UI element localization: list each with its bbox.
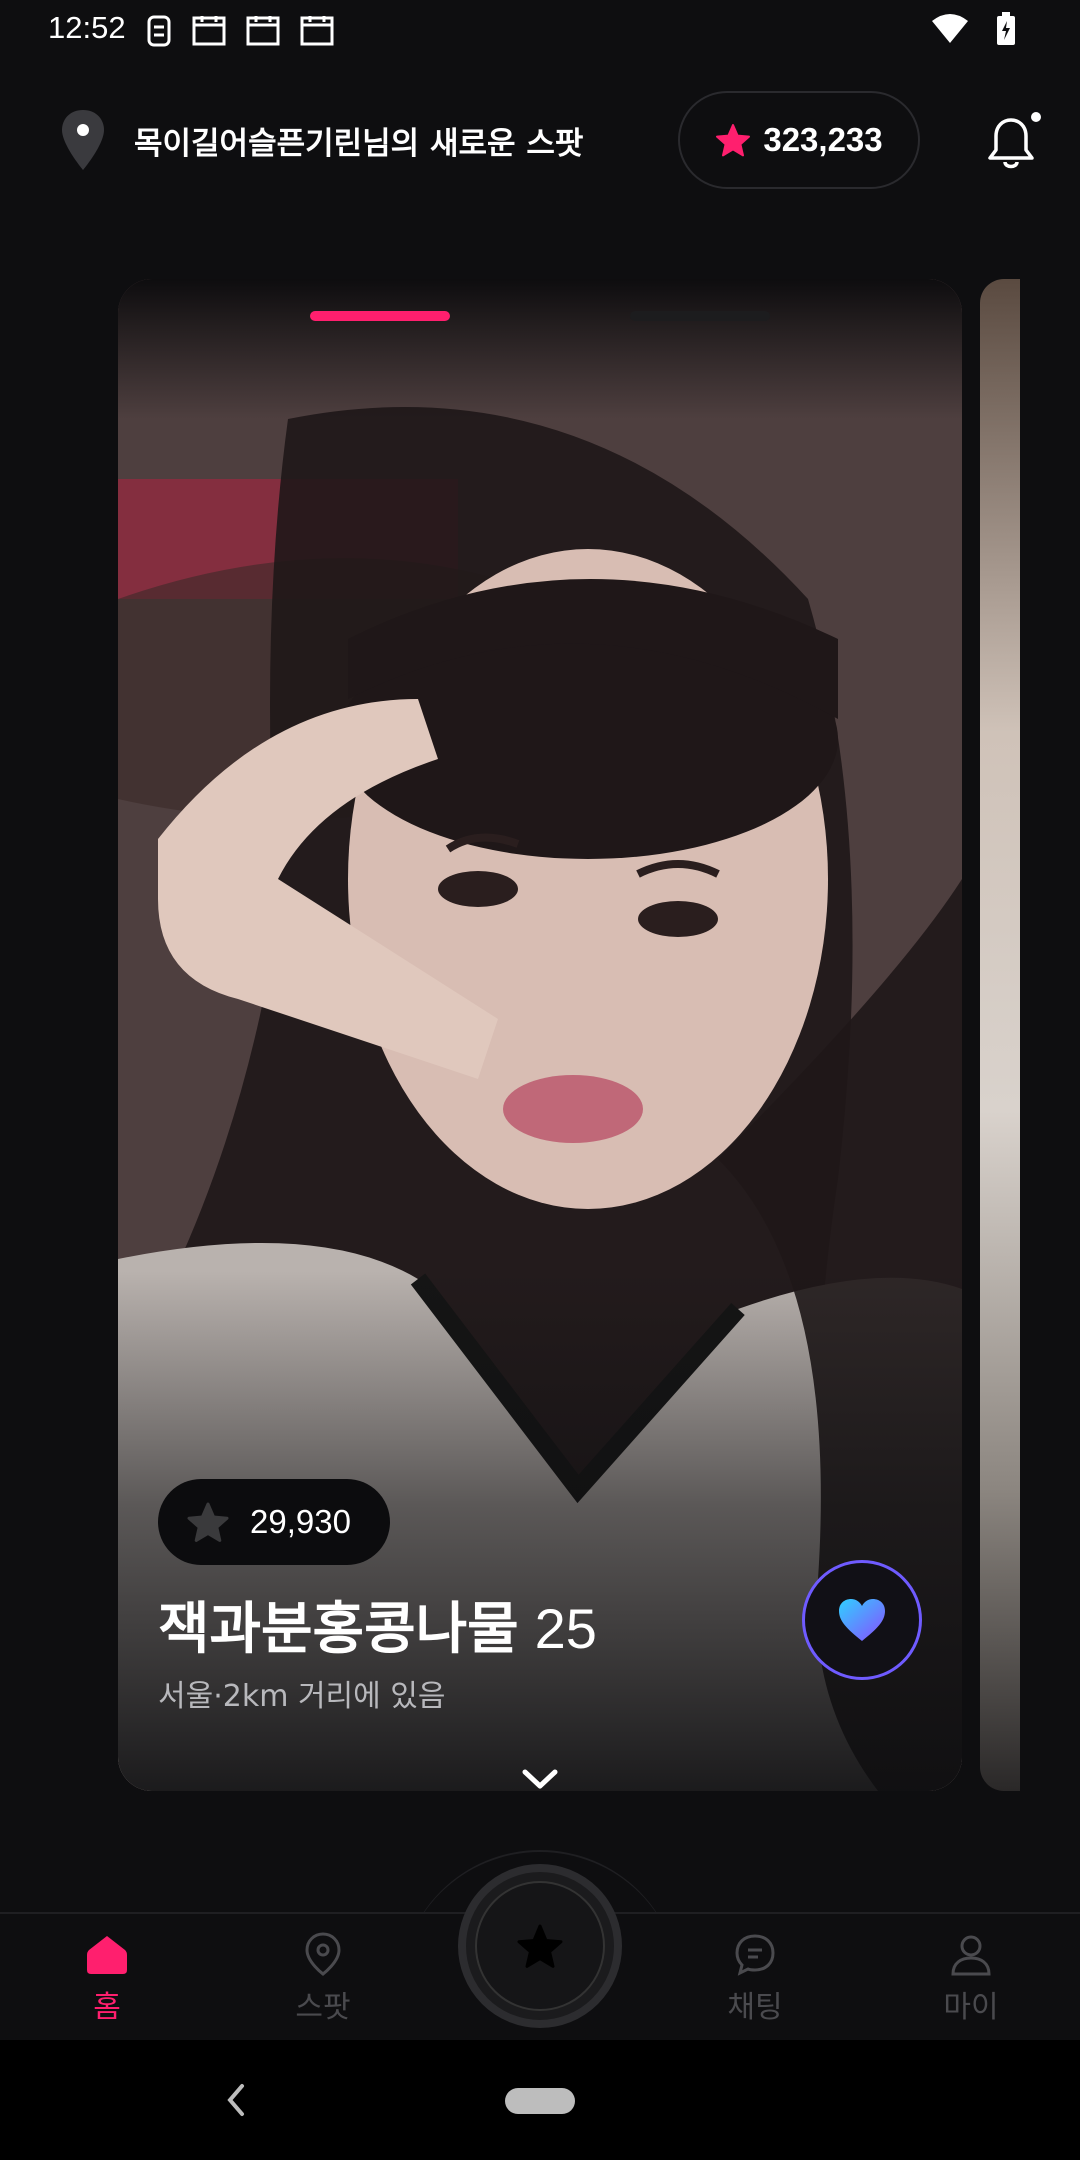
status-time: 12:52 (48, 10, 126, 45)
nav-my[interactable]: 마이 (911, 1932, 1031, 2026)
app-screen: 12:52 목이길어슬픈기린님의 새로운 스팟 323,233 29,930 잭… (0, 0, 1080, 2160)
system-navigation-bar (0, 2040, 1080, 2160)
chat-bubble-icon (735, 1934, 775, 1976)
spot-title[interactable]: 목이길어슬픈기린님의 새로운 스팟 (134, 118, 583, 163)
star-count-value: 29,930 (250, 1503, 351, 1540)
nav-spot[interactable]: 스팟 (263, 1932, 383, 2026)
points-value: 323,233 (763, 121, 883, 158)
star-icon (187, 1502, 229, 1542)
chevron-down-icon[interactable] (519, 1764, 561, 1794)
wifi-icon (932, 14, 968, 43)
star-icon (716, 124, 751, 157)
profile-name: 잭과분홍콩나물 (158, 1597, 519, 1662)
nav-home-label: 홈 (93, 1990, 121, 2025)
person-icon (951, 1935, 991, 1976)
profile-name-row: 잭과분홍콩나물 25 (158, 1584, 597, 1665)
status-bar: 12:52 (0, 0, 1080, 64)
nav-chat-label: 채팅 (727, 1990, 783, 2025)
notifications-button[interactable] (980, 110, 1046, 176)
map-pin-icon (305, 1932, 341, 1976)
bell-icon (988, 112, 1041, 169)
next-profile-card[interactable] (980, 279, 1020, 1791)
home-icon (87, 1936, 127, 1974)
sim-icon (147, 15, 171, 47)
nav-chat[interactable]: 채팅 (695, 1932, 815, 2026)
battery-icon (997, 12, 1015, 45)
profile-distance: 서울·2km 거리에 있음 (158, 1679, 446, 1714)
notification-icons (146, 14, 334, 48)
top-header: 목이길어슬픈기린님의 새로운 스팟 323,233 (0, 88, 1080, 192)
profile-card[interactable]: 29,930 잭과분홍콩나물 25 서울·2km 거리에 있음 (118, 279, 962, 1791)
like-button[interactable] (802, 1560, 922, 1680)
photo-progress-inactive (630, 311, 770, 321)
photo-progress-active (310, 311, 450, 321)
center-star-button[interactable] (458, 1864, 622, 2028)
calendar-icon (300, 16, 334, 46)
nav-home[interactable]: 홈 (47, 1932, 167, 2026)
star-icon (517, 1924, 563, 1968)
points-balance-button[interactable]: 323,233 (678, 91, 920, 189)
calendar-icon (192, 16, 226, 46)
nav-my-label: 마이 (943, 1990, 999, 2025)
system-status-icons (930, 12, 1016, 46)
home-gesture-pill[interactable] (505, 2088, 575, 2114)
center-button-core (475, 1881, 605, 2011)
back-icon[interactable] (222, 2080, 250, 2120)
calendar-icon (246, 16, 280, 46)
profile-age: 25 (534, 1597, 597, 1660)
location-pin-icon[interactable] (58, 108, 108, 172)
nav-spot-label: 스팟 (295, 1990, 351, 2025)
card-top-gradient (118, 279, 962, 419)
star-count-badge: 29,930 (158, 1479, 390, 1565)
heart-icon (839, 1599, 885, 1641)
